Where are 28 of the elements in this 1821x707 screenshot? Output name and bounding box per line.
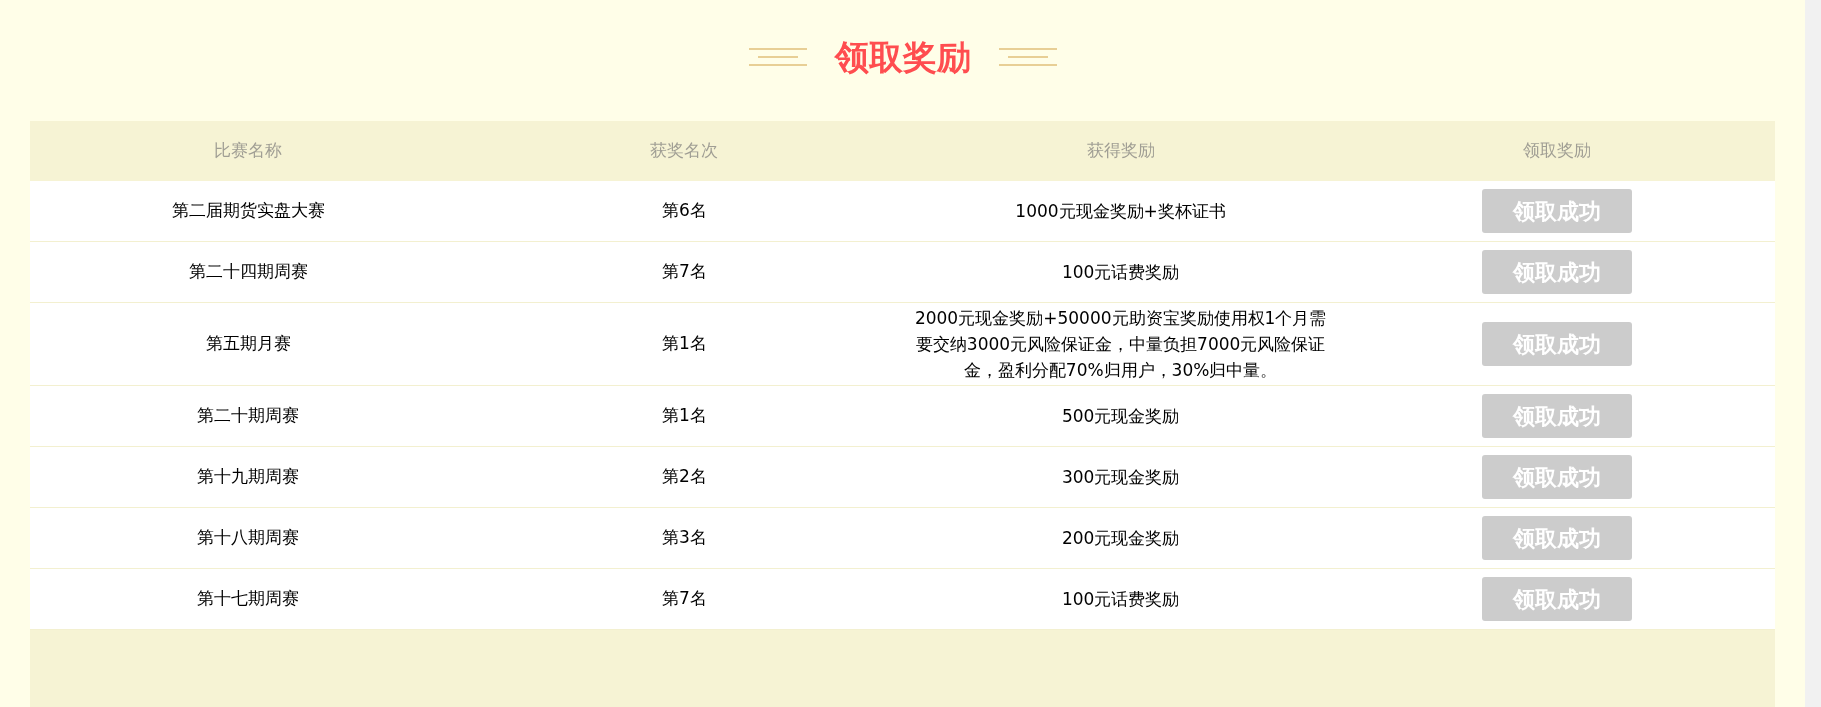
reward-cell-text: 300元现金奖励 xyxy=(1061,466,1180,489)
rank-cell-text: 第7名 xyxy=(661,587,707,611)
reward-cell-text: 200元现金奖励 xyxy=(1061,527,1180,550)
contest-name-cell-text: 第十九期周赛 xyxy=(197,465,300,489)
column-header: 比赛名称 xyxy=(214,139,283,163)
rank-cell-text: 第1名 xyxy=(661,332,707,356)
column-header: 获得奖励 xyxy=(1086,139,1155,163)
reward-cell-text: 1000元现金奖励+奖杯证书 xyxy=(1015,200,1226,223)
contest-name-cell-text: 第二十期周赛 xyxy=(197,404,300,428)
column-header: 获奖名次 xyxy=(650,139,719,163)
rank-cell-text: 第2名 xyxy=(661,465,707,489)
reward-cell-text: 2000元现金奖励+50000元助资宝奖励使用权1个月需要交纳3000元风险保证金，中量负担7000元风险保证金，盈利分配70%归用户，30%归中量。 xyxy=(913,307,1328,382)
column-header: 领取奖励 xyxy=(1522,139,1591,163)
page-title: 领取奖励 xyxy=(834,39,971,74)
contest-name-cell-text: 第二届期货实盘大赛 xyxy=(171,199,325,223)
rank-cell-text: 第3名 xyxy=(661,526,707,550)
contest-name-cell-text: 第二十四期周赛 xyxy=(188,260,308,284)
reward-cell-text: 100元话费奖励 xyxy=(1061,261,1180,284)
rank-cell-text: 第1名 xyxy=(661,404,707,428)
rank-cell-text: 第7名 xyxy=(661,260,707,284)
contest-name-cell-text: 第五期月赛 xyxy=(205,332,291,356)
contest-name-cell-text: 第十八期周赛 xyxy=(197,526,300,550)
triple-line-ornament-icon xyxy=(748,47,807,66)
triple-line-ornament-icon xyxy=(998,47,1057,66)
contest-name-cell-text: 第十七期周赛 xyxy=(197,587,300,611)
rank-cell-text: 第6名 xyxy=(661,199,707,223)
reward-cell-text: 500元现金奖励 xyxy=(1061,405,1180,428)
reward-cell-text: 100元话费奖励 xyxy=(1061,588,1180,611)
